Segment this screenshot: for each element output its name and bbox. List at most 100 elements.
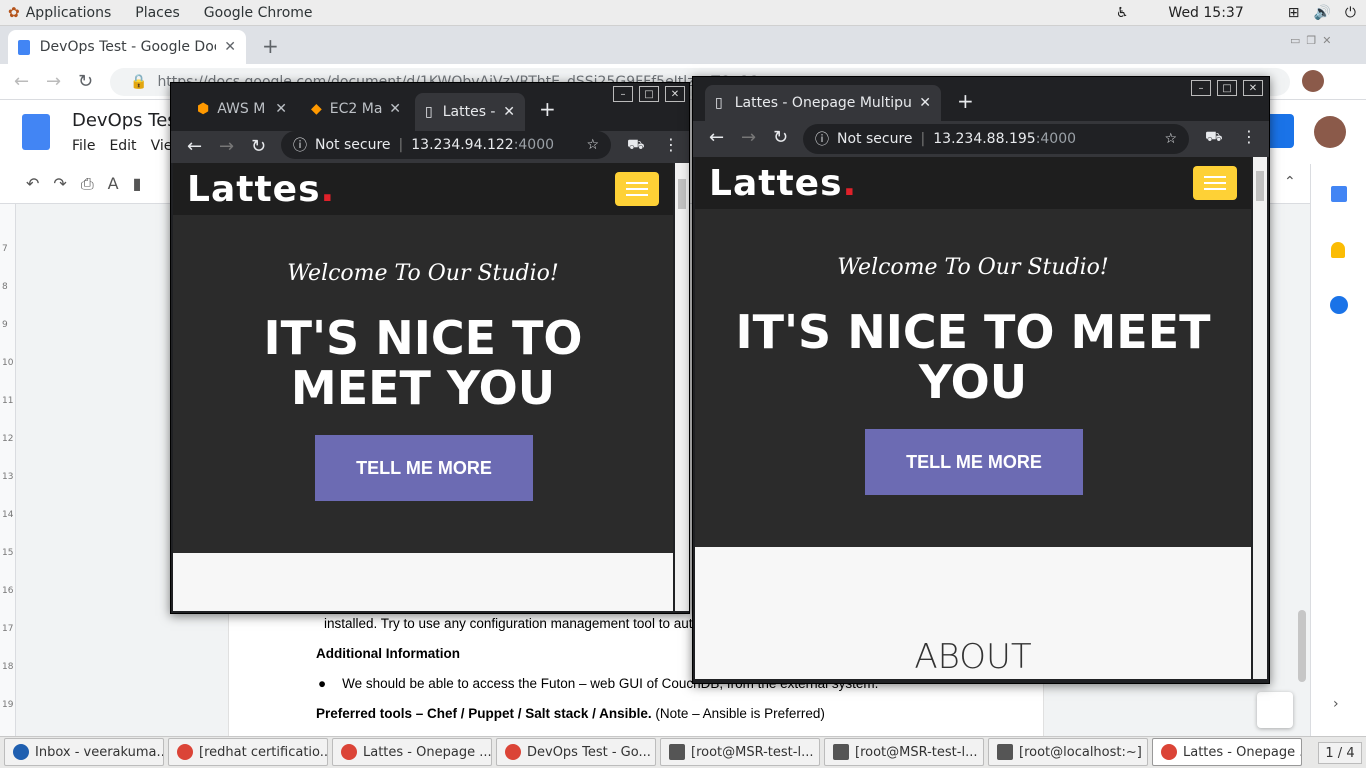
right-logo-dot: . <box>842 162 858 204</box>
taskbar-item[interactable]: Lattes - Onepage ... <box>1152 738 1302 766</box>
close-tab-icon[interactable]: ✕ <box>389 101 401 117</box>
minimize-icon[interactable]: ▭ <box>1290 34 1300 47</box>
forward-icon[interactable]: → <box>46 71 61 92</box>
maximize-icon[interactable]: □ <box>639 86 659 102</box>
hamburger-menu-icon[interactable] <box>615 172 659 206</box>
left-tab-ec2[interactable]: ◆ EC2 Ma ✕ <box>301 95 411 123</box>
close-window-icon[interactable]: ✕ <box>1322 34 1331 47</box>
keep-icon[interactable] <box>1331 242 1345 258</box>
expand-panel-chevron-icon[interactable]: › <box>1333 696 1339 712</box>
close-tab-icon[interactable]: ✕ <box>503 104 515 120</box>
tasks-icon[interactable] <box>1330 296 1348 314</box>
info-icon: ⓘ <box>293 138 307 154</box>
bookmark-star-icon[interactable]: ☆ <box>586 137 599 153</box>
taskbar-item[interactable]: [root@MSR-test-l... <box>824 738 984 766</box>
menu-edit[interactable]: Edit <box>109 138 136 154</box>
right-new-tab-button[interactable]: + <box>957 89 974 113</box>
doc-heading-additional: Additional Information <box>316 646 460 661</box>
taskbar-item[interactable]: [root@MSR-test-l... <box>660 738 820 766</box>
close-window-icon[interactable]: ✕ <box>1243 80 1263 96</box>
chrome-icon <box>505 744 521 760</box>
new-tab-button[interactable]: + <box>262 34 279 58</box>
chrome-icon <box>1161 744 1177 760</box>
left-scrollbar[interactable] <box>675 163 689 611</box>
redo-icon[interactable]: ↷ <box>53 174 66 194</box>
not-secure-label: Not secure <box>837 131 913 147</box>
right-site-viewport: Lattes. Welcome To Our Studio! IT'S NICE… <box>695 157 1251 547</box>
left-welcome-text: Welcome To Our Studio! <box>287 261 559 286</box>
minimize-icon[interactable]: – <box>1191 80 1211 96</box>
taskbar-item[interactable]: [redhat certificatio... <box>168 738 328 766</box>
right-tell-me-more-button[interactable]: TELL ME MORE <box>865 429 1083 495</box>
workspace-indicator[interactable]: 1 / 4 <box>1318 742 1362 764</box>
ruler-number: 16 <box>2 586 14 596</box>
collapse-chevron-icon[interactable]: ⌃ <box>1284 174 1296 190</box>
incognito-icon[interactable]: ⛟ <box>1205 129 1223 147</box>
applications-menu[interactable]: ✿ Applications <box>8 5 111 21</box>
taskbar-item[interactable]: Lattes - Onepage ... <box>332 738 492 766</box>
reload-icon[interactable]: ↻ <box>251 136 266 157</box>
maximize-icon[interactable]: □ <box>1217 80 1237 96</box>
back-icon[interactable]: ← <box>709 127 724 148</box>
menu-kebab-icon[interactable]: ⋮ <box>663 135 679 154</box>
thunderbird-icon <box>13 744 29 760</box>
taskbar-item[interactable]: Inbox - veerakuma... <box>4 738 164 766</box>
clock[interactable]: Wed 15:37 <box>1168 5 1243 21</box>
left-site-logo[interactable]: Lattes. <box>187 169 335 210</box>
maximize-icon[interactable]: ❐ <box>1306 34 1316 47</box>
reload-icon[interactable]: ↻ <box>773 127 788 148</box>
spellcheck-icon[interactable]: A <box>108 174 119 194</box>
close-window-icon[interactable]: ✕ <box>665 86 685 102</box>
address-separator: | <box>920 131 926 147</box>
left-toolbar: ← → ↻ ⓘ Not secure | 13.234.94.122:4000 … <box>171 131 689 163</box>
places-menu[interactable]: Places <box>135 5 180 21</box>
right-logo-text: Lattes <box>709 162 843 204</box>
docs-scrollbar[interactable] <box>1298 610 1306 682</box>
doc-title[interactable]: DevOps Test <box>72 110 184 131</box>
taskbar-item-label: DevOps Test - Go... <box>527 744 651 760</box>
forward-icon[interactable]: → <box>219 136 234 157</box>
back-icon[interactable]: ← <box>187 136 202 157</box>
paint-format-icon[interactable]: ▮ <box>133 174 142 194</box>
right-address-bar[interactable]: ⓘ Not secure | 13.234.88.195:4000 ☆ <box>803 124 1189 154</box>
right-scrollbar[interactable] <box>1253 157 1267 679</box>
close-tab-icon[interactable]: ✕ <box>919 95 931 111</box>
minimize-icon[interactable]: – <box>613 86 633 102</box>
menu-file[interactable]: File <box>72 138 95 154</box>
undo-icon[interactable]: ↶ <box>26 174 39 194</box>
profile-avatar[interactable] <box>1302 70 1324 92</box>
left-headline: IT'S NICE TO MEET YOU <box>263 311 583 415</box>
menu-kebab-icon[interactable]: ⋮ <box>1241 127 1257 146</box>
right-tab-lattes[interactable]: ▯ Lattes - Onepage Multipurp ✕ <box>705 85 941 121</box>
docs-logo-icon[interactable] <box>22 114 50 150</box>
close-tab-icon[interactable]: ✕ <box>275 101 287 117</box>
taskbar-item[interactable]: DevOps Test - Go... <box>496 738 656 766</box>
chrome-icon <box>341 744 357 760</box>
hamburger-menu-icon[interactable] <box>1193 166 1237 200</box>
background-tab[interactable]: DevOps Test - Google Doc ✕ <box>8 30 246 64</box>
right-site-logo[interactable]: Lattes. <box>709 163 857 204</box>
calendar-icon[interactable] <box>1331 186 1347 202</box>
network-icon[interactable]: ⊞ <box>1288 5 1300 21</box>
incognito-icon[interactable]: ⛟ <box>627 137 645 155</box>
explore-button[interactable] <box>1257 692 1293 728</box>
power-icon[interactable]: ⏻ <box>1345 5 1356 21</box>
account-avatar[interactable] <box>1314 116 1346 148</box>
taskbar-item[interactable]: [root@localhost:~] <box>988 738 1148 766</box>
left-tab-aws[interactable]: ⬢ AWS M ✕ <box>187 95 297 123</box>
accessibility-icon[interactable]: ♿ <box>1116 5 1129 21</box>
print-icon[interactable]: ⎙ <box>81 174 94 194</box>
bookmark-star-icon[interactable]: ☆ <box>1164 131 1177 147</box>
right-port: :4000 <box>1035 131 1077 147</box>
volume-icon[interactable]: 🔊 <box>1313 5 1330 21</box>
taskbar-item-label: [root@localhost:~] <box>1019 744 1142 760</box>
app-menu[interactable]: Google Chrome <box>204 5 313 21</box>
left-new-tab-button[interactable]: + <box>539 97 556 121</box>
reload-icon[interactable]: ↻ <box>78 71 93 92</box>
left-tell-me-more-button[interactable]: TELL ME MORE <box>315 435 533 501</box>
left-tab-lattes[interactable]: ▯ Lattes - ✕ <box>415 93 525 131</box>
back-icon[interactable]: ← <box>14 71 29 92</box>
forward-icon[interactable]: → <box>741 127 756 148</box>
left-address-bar[interactable]: ⓘ Not secure | 13.234.94.122:4000 ☆ <box>281 131 611 159</box>
close-tab-icon[interactable]: ✕ <box>224 39 236 55</box>
